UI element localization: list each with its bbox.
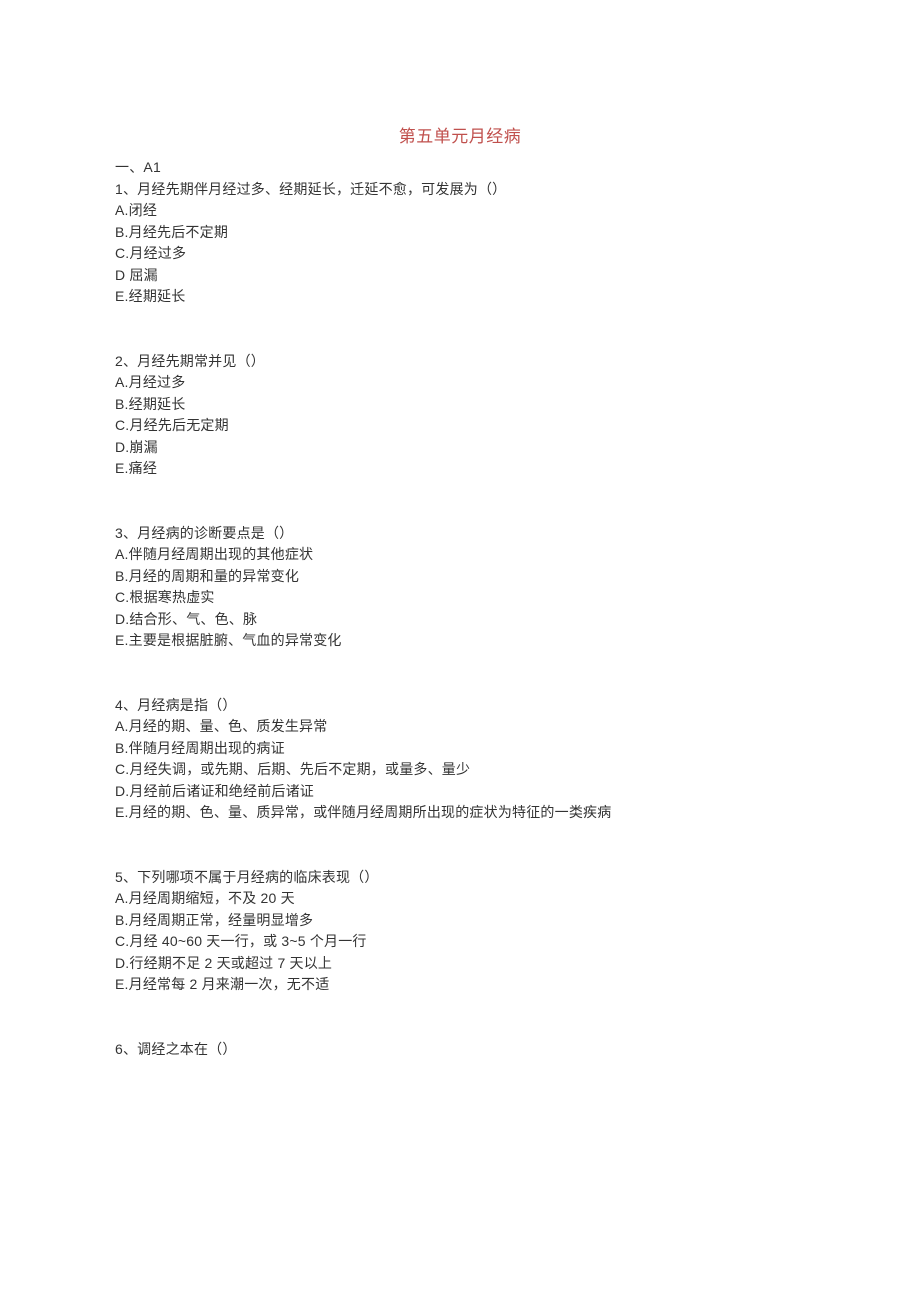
option-3-c: C.根据寒热虚实 — [115, 587, 805, 609]
option-2-e: E.痛经 — [115, 458, 805, 480]
option-5-d: D.行经期不足 2 天或超过 7 天以上 — [115, 953, 805, 975]
option-5-a: A.月经周期缩短，不及 20 天 — [115, 888, 805, 910]
question-stem-4: 4、月经病是指（） — [115, 695, 805, 717]
option-2-b: B.经期延长 — [115, 394, 805, 416]
option-5-e: E.月经常每 2 月来潮一次，无不适 — [115, 974, 805, 996]
option-2-d: D.崩漏 — [115, 437, 805, 459]
question-stem-1: 1、月经先期伴月经过多、经期延长，迁延不愈，可发展为（） — [115, 179, 805, 201]
option-2-a: A.月经过多 — [115, 372, 805, 394]
question-stem-6: 6、调经之本在（） — [115, 1039, 805, 1061]
question-stem-5: 5、下列哪项不属于月经病的临床表现（） — [115, 867, 805, 889]
option-5-b: B.月经周期正常，经量明显增多 — [115, 910, 805, 932]
option-2-c: C.月经先后无定期 — [115, 415, 805, 437]
option-4-b: B.伴随月经周期出现的病证 — [115, 738, 805, 760]
option-1-c: C.月经过多 — [115, 243, 805, 265]
option-4-c: C.月经失调，或先期、后期、先后不定期，或量多、量少 — [115, 759, 805, 781]
unit-title: 第五单元月经病 — [115, 122, 805, 147]
option-1-d: D 屈漏 — [115, 265, 805, 287]
question-stem-3: 3、月经病的诊断要点是（） — [115, 523, 805, 545]
option-4-a: A.月经的期、量、色、质发生异常 — [115, 716, 805, 738]
question-stem-2: 2、月经先期常并见（） — [115, 351, 805, 373]
option-1-b: B.月经先后不定期 — [115, 222, 805, 244]
option-4-d: D.月经前后诸证和绝经前后诸证 — [115, 781, 805, 803]
option-3-a: A.伴随月经周期出现的其他症状 — [115, 544, 805, 566]
option-5-c: C.月经 40~60 天一行，或 3~5 个月一行 — [115, 931, 805, 953]
option-3-b: B.月经的周期和量的异常变化 — [115, 566, 805, 588]
option-1-a: A.闭经 — [115, 200, 805, 222]
option-3-e: E.主要是根据脏腑、气血的异常变化 — [115, 630, 805, 652]
option-4-e: E.月经的期、色、量、质异常，或伴随月经周期所出现的症状为特征的一类疾病 — [115, 802, 805, 824]
option-1-e: E.经期延长 — [115, 286, 805, 308]
section-header: 一、A1 — [115, 157, 805, 179]
option-3-d: D.结合形、气、色、脉 — [115, 609, 805, 631]
